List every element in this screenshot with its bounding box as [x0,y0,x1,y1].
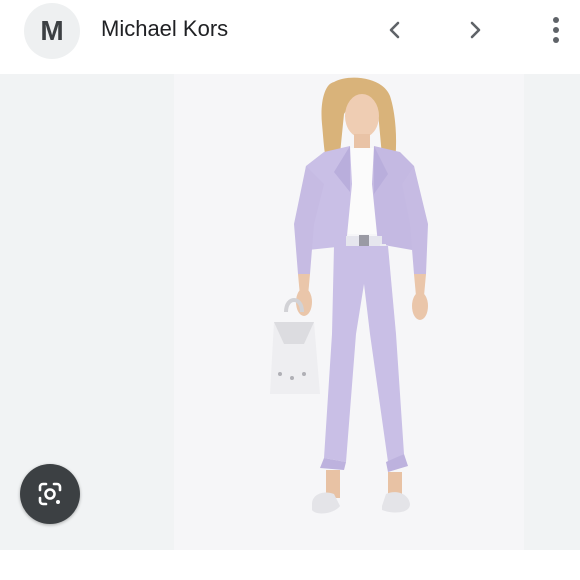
chevron-right-icon [470,21,481,39]
google-lens-button[interactable] [20,464,80,524]
chevron-left-icon [389,21,400,39]
product-photo[interactable] [174,74,524,550]
more-vert-icon [553,17,559,43]
bottom-strip [0,550,580,580]
image-preview-area [0,74,580,550]
source-title[interactable]: Michael Kors [101,16,228,42]
viewer-header: M Michael Kors [0,0,580,74]
previous-button[interactable] [375,10,415,50]
more-options-button[interactable] [536,10,576,50]
source-avatar[interactable]: M [24,3,80,59]
avatar-letter: M [40,15,64,46]
image-viewer: M Michael Kors [0,0,580,580]
next-button[interactable] [455,10,495,50]
google-lens-icon [38,482,62,506]
